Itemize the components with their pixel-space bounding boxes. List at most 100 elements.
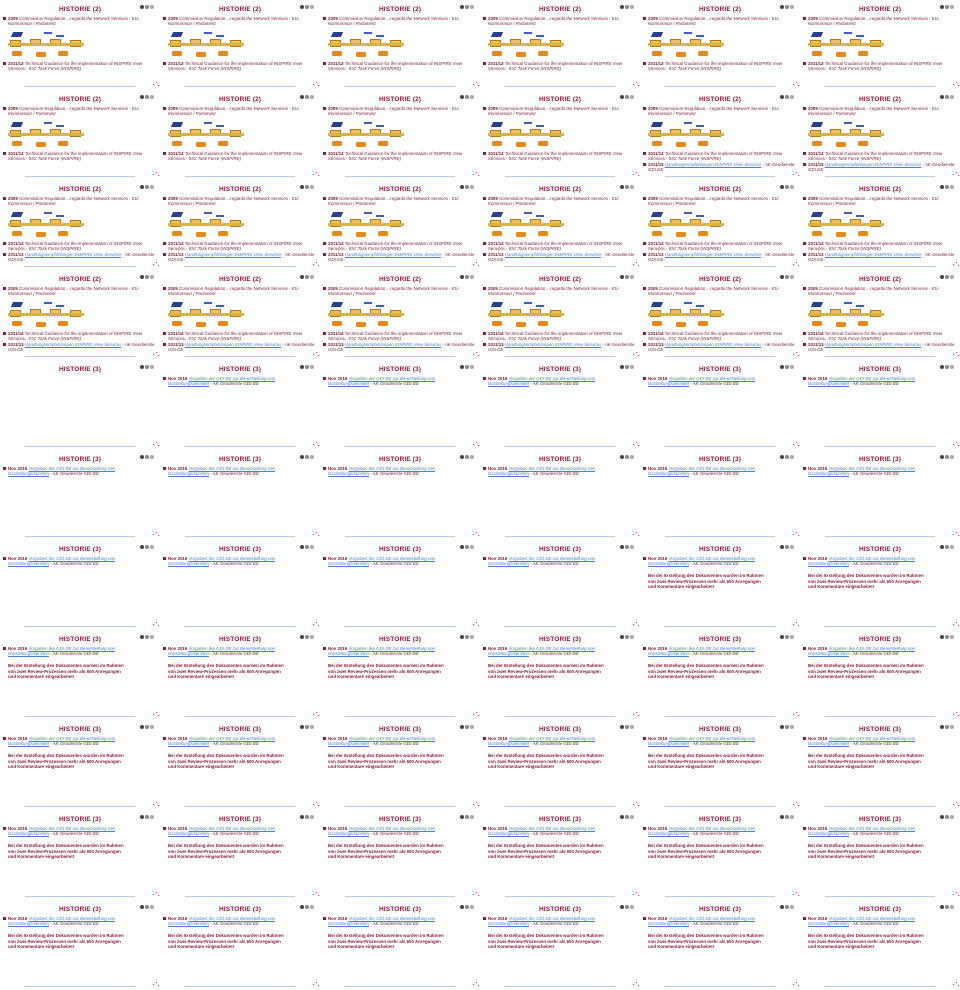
link[interactable]: Handlungsempfehlungen INSPIRE View Servi… bbox=[825, 252, 921, 257]
review-note: Bei der Erstellung des Dokumentes wurden… bbox=[808, 663, 924, 680]
slide-thumbnail[interactable]: HISTORIE (3) Nov 2016 Vorgaben der GDI-D… bbox=[320, 720, 480, 810]
slide-thumbnail[interactable]: HISTORIE (3) Nov 2016 Vorgaben der GDI-D… bbox=[640, 720, 800, 810]
slide-thumbnail[interactable]: HISTORIE (3) Nov 2016 Vorgaben der GDI-D… bbox=[0, 450, 160, 540]
slide-title: HISTORIE (3) bbox=[698, 906, 742, 913]
bullet-item: 2011/13 Handlungsempfehlungen INSPIRE Vi… bbox=[643, 342, 795, 353]
slide-thumbnail[interactable]: HISTORIE (3) Nov 2016 Vorgaben der GDI-D… bbox=[480, 540, 640, 630]
link[interactable]: Handlungsempfehlungen INSPIRE View Servi… bbox=[665, 252, 761, 257]
slide-thumbnail[interactable]: HISTORIE (2) 2009 Commission Regulation.… bbox=[320, 270, 480, 360]
link[interactable]: Handlungsempfehlungen INSPIRE View Servi… bbox=[185, 342, 281, 347]
slide-title: HISTORIE (3) bbox=[378, 636, 422, 643]
link[interactable]: Handlungsempfehlungen INSPIRE View Servi… bbox=[185, 252, 281, 257]
slide-thumbnail[interactable]: HISTORIE (2) 2009 Commission Regulation.… bbox=[160, 0, 320, 90]
slide-thumbnail[interactable]: HISTORIE (3) Nov 2016 Vorgaben der GDI-D… bbox=[160, 720, 320, 810]
bullet-list: Nov 2016 Vorgaben der GDI-DE zur Bereits… bbox=[643, 646, 795, 657]
bullet-item: 2009 Commission Regulation... regards th… bbox=[643, 286, 795, 297]
slide-thumbnail[interactable]: HISTORIE (2) 2009 Commission Regulation.… bbox=[800, 270, 960, 360]
slide-thumbnail[interactable]: HISTORIE (3) Nov 2016 Vorgaben der GDI-D… bbox=[160, 360, 320, 450]
slide-thumbnail[interactable]: HISTORIE (3) Nov 2016 Vorgaben der GDI-D… bbox=[640, 900, 800, 990]
slide-thumbnail[interactable]: HISTORIE (3) Nov 2016 Vorgaben der GDI-D… bbox=[0, 630, 160, 720]
slide-thumbnail[interactable]: HISTORIE (2) 2009 Commission Regulation.… bbox=[800, 180, 960, 270]
slide-thumbnail[interactable]: HISTORIE (2) 2009 Commission Regulation.… bbox=[0, 270, 160, 360]
slide-thumbnail[interactable]: HISTORIE (3) bbox=[0, 360, 160, 450]
slide-thumbnail[interactable]: HISTORIE (3) Nov 2016 Vorgaben der GDI-D… bbox=[480, 900, 640, 990]
slide-thumbnail[interactable]: HISTORIE (3) Nov 2016 Vorgaben der GDI-D… bbox=[480, 630, 640, 720]
slide-thumbnail[interactable]: HISTORIE (3) Nov 2016 Vorgaben der GDI-D… bbox=[800, 720, 960, 810]
service-architecture-diagram bbox=[6, 299, 86, 329]
slide-thumbnail[interactable]: HISTORIE (3) Nov 2016 Vorgaben der GDI-D… bbox=[480, 360, 640, 450]
animation-indicator-icon bbox=[793, 802, 799, 807]
slide-thumbnail[interactable]: HISTORIE (2) 2009 Commission Regulation.… bbox=[480, 90, 640, 180]
slide-thumbnail[interactable]: HISTORIE (3) Nov 2016 Vorgaben der GDI-D… bbox=[0, 810, 160, 900]
slide-thumbnail[interactable]: HISTORIE (2) 2009 Commission Regulation.… bbox=[640, 180, 800, 270]
footer-line bbox=[825, 86, 935, 87]
slide-thumbnail[interactable]: HISTORIE (3) Nov 2016 Vorgaben der GDI-D… bbox=[160, 630, 320, 720]
slide-thumbnail[interactable]: HISTORIE (3) Nov 2016 Vorgaben der GDI-D… bbox=[320, 630, 480, 720]
link[interactable]: Handlungsempfehlungen INSPIRE View Servi… bbox=[505, 252, 601, 257]
slide-thumbnail[interactable]: HISTORIE (2) 2009 Commission Regulation.… bbox=[640, 0, 800, 90]
slide-thumbnail[interactable]: HISTORIE (3) Nov 2016 Vorgaben der GDI-D… bbox=[480, 720, 640, 810]
link[interactable]: Handlungsempfehlungen INSPIRE View Servi… bbox=[345, 342, 441, 347]
slide-thumbnail[interactable]: HISTORIE (3) Nov 2016 Vorgaben der GDI-D… bbox=[160, 810, 320, 900]
slide-thumbnail[interactable]: HISTORIE (3) Nov 2016 Vorgaben der GDI-D… bbox=[320, 900, 480, 990]
slide-thumbnail[interactable]: HISTORIE (3) Nov 2016 Vorgaben der GDI-D… bbox=[640, 540, 800, 630]
slide-thumbnail[interactable]: HISTORIE (3) Nov 2016 Vorgaben der GDI-D… bbox=[800, 540, 960, 630]
slide-thumbnail[interactable]: HISTORIE (2) 2009 Commission Regulation.… bbox=[160, 90, 320, 180]
link[interactable]: Handlungsempfehlungen INSPIRE View Servi… bbox=[825, 162, 921, 167]
slide-thumbnail[interactable]: HISTORIE (2) 2009 Commission Regulation.… bbox=[480, 180, 640, 270]
slide-thumbnail[interactable]: HISTORIE (3) Nov 2016 Vorgaben der GDI-D… bbox=[320, 450, 480, 540]
slide-thumbnail[interactable]: HISTORIE (3) Nov 2016 Vorgaben der GDI-D… bbox=[800, 450, 960, 540]
slide-thumbnail[interactable]: HISTORIE (2) 2009 Commission Regulation.… bbox=[480, 270, 640, 360]
footer-line bbox=[25, 266, 135, 267]
slide-title: HISTORIE (3) bbox=[538, 816, 582, 823]
slide-thumbnail[interactable]: HISTORIE (3) Nov 2016 Vorgaben der GDI-D… bbox=[800, 900, 960, 990]
slide-thumbnail[interactable]: HISTORIE (2) 2009 Commission Regulation.… bbox=[0, 90, 160, 180]
slide-thumbnail[interactable]: HISTORIE (3) Nov 2016 Vorgaben der GDI-D… bbox=[640, 360, 800, 450]
slide-thumbnail[interactable]: HISTORIE (3) Nov 2016 Vorgaben der GDI-D… bbox=[480, 450, 640, 540]
slide-thumbnail[interactable]: HISTORIE (3) Nov 2016 Vorgaben der GDI-D… bbox=[160, 540, 320, 630]
review-note: Bei der Erstellung des Dokumentes wurden… bbox=[168, 753, 284, 770]
slide-thumbnail[interactable]: HISTORIE (2) 2009 Commission Regulation.… bbox=[800, 90, 960, 180]
bullet-item: Nov 2016 Vorgaben der GDI-DE zur Bereits… bbox=[3, 736, 155, 747]
slide-thumbnail[interactable]: HISTORIE (3) Nov 2016 Vorgaben der GDI-D… bbox=[800, 810, 960, 900]
slide-thumbnail[interactable]: HISTORIE (3) Nov 2016 Vorgaben der GDI-D… bbox=[640, 450, 800, 540]
slide-thumbnail[interactable]: HISTORIE (3) Nov 2016 Vorgaben der GDI-D… bbox=[160, 450, 320, 540]
slide-thumbnail[interactable]: HISTORIE (2) 2009 Commission Regulation.… bbox=[320, 90, 480, 180]
link[interactable]: Handlungsempfehlungen INSPIRE View Servi… bbox=[25, 252, 121, 257]
slide-thumbnail[interactable]: HISTORIE (2) 2009 Commission Regulation.… bbox=[480, 0, 640, 90]
bullet-item: 2011/13 Handlungsempfehlungen INSPIRE Vi… bbox=[323, 252, 475, 263]
link[interactable]: Handlungsempfehlungen INSPIRE View Servi… bbox=[825, 342, 921, 347]
link[interactable]: Handlungsempfehlungen INSPIRE View Servi… bbox=[345, 252, 441, 257]
slide-thumbnail[interactable]: HISTORIE (3) Nov 2016 Vorgaben der GDI-D… bbox=[640, 630, 800, 720]
slide-thumbnail[interactable]: HISTORIE (2) 2009 Commission Regulation.… bbox=[160, 270, 320, 360]
slide-thumbnail[interactable]: HISTORIE (3) Nov 2016 Vorgaben der GDI-D… bbox=[0, 720, 160, 810]
slide-thumbnail[interactable]: HISTORIE (3) Nov 2016 Vorgaben der GDI-D… bbox=[0, 540, 160, 630]
slide-thumbnail[interactable]: HISTORIE (3) Nov 2016 Vorgaben der GDI-D… bbox=[800, 360, 960, 450]
slide-thumbnail[interactable]: HISTORIE (2) 2009 Commission Regulation.… bbox=[640, 270, 800, 360]
bullet-item: Nov 2016 Vorgaben der GDI-DE zur Bereits… bbox=[803, 736, 955, 747]
slide-thumbnail[interactable]: HISTORIE (3) Nov 2016 Vorgaben der GDI-D… bbox=[320, 540, 480, 630]
slide-thumbnail[interactable]: HISTORIE (2) 2009 Commission Regulation.… bbox=[160, 180, 320, 270]
bullet-item: 2011/13 Technical Guidance for the imple… bbox=[643, 151, 795, 162]
slide-thumbnail[interactable]: HISTORIE (2) 2009 Commission Regulation.… bbox=[0, 180, 160, 270]
link[interactable]: Handlungsempfehlungen INSPIRE View Servi… bbox=[25, 342, 121, 347]
slide-thumbnail[interactable]: HISTORIE (3) Nov 2016 Vorgaben der GDI-D… bbox=[640, 810, 800, 900]
slide-thumbnail[interactable]: HISTORIE (3) Nov 2016 Vorgaben der GDI-D… bbox=[320, 810, 480, 900]
link[interactable]: Handlungsempfehlungen INSPIRE View Servi… bbox=[665, 342, 761, 347]
slide-thumbnail[interactable]: HISTORIE (3) Nov 2016 Vorgaben der GDI-D… bbox=[800, 630, 960, 720]
slide-thumbnail[interactable]: HISTORIE (3) Nov 2016 Vorgaben der GDI-D… bbox=[320, 360, 480, 450]
slide-thumbnail[interactable]: HISTORIE (2) 2009 Commission Regulation.… bbox=[320, 180, 480, 270]
slide-thumbnail[interactable]: HISTORIE (2) 2009 Commission Regulation.… bbox=[320, 0, 480, 90]
slide-thumbnail[interactable]: HISTORIE (2) 2009 Commission Regulation.… bbox=[0, 0, 160, 90]
slide-thumbnail[interactable]: HISTORIE (2) 2009 Commission Regulation.… bbox=[640, 90, 800, 180]
link[interactable]: Handlungsempfehlungen INSPIRE View Servi… bbox=[665, 162, 761, 167]
slide-title: HISTORIE (3) bbox=[698, 636, 742, 643]
slide-thumbnail[interactable]: HISTORIE (2) 2009 Commission Regulation.… bbox=[800, 0, 960, 90]
bullet-item: 2011/13 Handlungsempfehlungen INSPIRE Vi… bbox=[483, 342, 635, 353]
bullet-item: Nov 2016 Vorgaben der GDI-DE zur Bereits… bbox=[483, 736, 635, 747]
slide-thumbnail[interactable]: HISTORIE (3) Nov 2016 Vorgaben der GDI-D… bbox=[160, 900, 320, 990]
link[interactable]: Handlungsempfehlungen INSPIRE View Servi… bbox=[505, 342, 601, 347]
slide-thumbnail[interactable]: HISTORIE (3) Nov 2016 Vorgaben der GDI-D… bbox=[0, 900, 160, 990]
slide-thumbnail[interactable]: HISTORIE (3) Nov 2016 Vorgaben der GDI-D… bbox=[480, 810, 640, 900]
animation-indicator-icon bbox=[473, 622, 479, 627]
